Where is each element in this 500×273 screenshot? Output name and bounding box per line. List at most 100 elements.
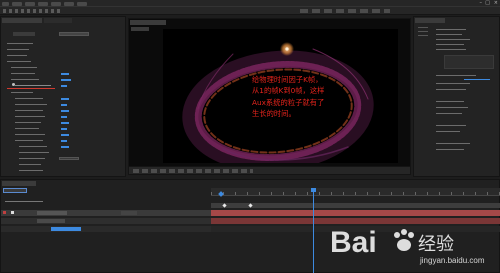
property-row[interactable] xyxy=(7,49,29,50)
property-row[interactable] xyxy=(15,122,41,123)
tab-timeline[interactable] xyxy=(2,181,36,186)
property-row[interactable] xyxy=(7,61,31,62)
property-value[interactable] xyxy=(61,104,67,106)
property-row[interactable] xyxy=(19,170,43,171)
tab-composition[interactable] xyxy=(130,20,166,25)
physics-time-factor-value[interactable] xyxy=(61,85,67,87)
property-row[interactable] xyxy=(15,140,43,141)
menu-item[interactable] xyxy=(77,1,87,6)
property-value[interactable] xyxy=(61,79,71,81)
viewer-controls[interactable] xyxy=(133,169,253,173)
property-row[interactable] xyxy=(19,152,49,153)
menu-item[interactable] xyxy=(25,1,35,6)
property-row[interactable] xyxy=(11,67,37,68)
menu-item[interactable] xyxy=(12,1,22,6)
property-value[interactable] xyxy=(61,128,67,130)
info-row xyxy=(436,39,470,40)
property-value[interactable] xyxy=(61,146,69,148)
baidu-brand-text: Bai xyxy=(330,226,377,259)
paw-icon xyxy=(394,229,414,251)
maximize-icon[interactable]: □ xyxy=(485,0,490,6)
physics-time-factor-row[interactable] xyxy=(15,85,51,86)
files-list[interactable] xyxy=(444,55,494,69)
layer-row[interactable] xyxy=(1,210,211,216)
property-row[interactable] xyxy=(15,98,43,99)
physics-time-factor-label[interactable] xyxy=(51,227,81,231)
layer-row[interactable] xyxy=(1,218,211,224)
property-row[interactable] xyxy=(15,128,39,129)
ruler-ticks xyxy=(211,192,500,195)
info-row xyxy=(436,34,462,35)
info-row xyxy=(436,29,466,30)
layer-name[interactable] xyxy=(37,219,65,223)
panel-list-icons[interactable] xyxy=(418,27,428,36)
keyframe-track[interactable] xyxy=(211,203,500,208)
effect-name-field[interactable] xyxy=(13,32,35,36)
tab-info[interactable] xyxy=(415,18,445,23)
current-time-display[interactable] xyxy=(3,188,27,193)
property-row[interactable] xyxy=(11,79,39,80)
tool-bar xyxy=(0,7,500,15)
stopwatch-icon[interactable] xyxy=(12,83,15,86)
layer-name[interactable] xyxy=(37,211,67,215)
property-row[interactable] xyxy=(11,92,33,93)
property-row[interactable] xyxy=(11,73,35,74)
baidu-jingyan-text: 经验 xyxy=(418,234,454,255)
info-row xyxy=(436,89,466,90)
tool-icons[interactable] xyxy=(3,9,63,13)
property-row[interactable] xyxy=(7,55,27,56)
playhead[interactable] xyxy=(313,188,314,273)
underline-marker xyxy=(7,88,55,89)
info-row xyxy=(436,113,462,114)
info-row xyxy=(436,125,466,126)
visibility-icon[interactable] xyxy=(11,211,14,214)
property-row[interactable] xyxy=(1,226,211,232)
comp-name-label xyxy=(131,27,149,31)
info-row xyxy=(436,49,466,50)
tab-project[interactable] xyxy=(44,18,72,23)
viewer-toolbar xyxy=(129,166,410,174)
property-value[interactable] xyxy=(61,122,69,124)
link-text[interactable] xyxy=(464,79,490,80)
minimize-icon[interactable]: – xyxy=(480,0,483,6)
emitter-point xyxy=(285,47,289,51)
info-row xyxy=(436,107,468,108)
workspace-buttons[interactable] xyxy=(300,9,390,13)
about-button[interactable] xyxy=(59,32,89,36)
info-row xyxy=(436,83,470,84)
property-row[interactable] xyxy=(15,110,43,111)
info-row xyxy=(436,101,464,102)
annotation-text: 给物理时间因子K帧， 从1的帧K到0帧，这样 Aux系统的粒子就有了 生长的时间… xyxy=(252,75,325,118)
menu-item[interactable] xyxy=(64,1,74,6)
effect-controls-panel xyxy=(0,16,126,177)
property-value[interactable] xyxy=(61,73,69,75)
menu-item[interactable] xyxy=(38,1,48,6)
app-icon xyxy=(2,1,9,6)
tab-effect-controls[interactable] xyxy=(2,18,42,23)
property-row[interactable] xyxy=(7,43,33,44)
baidu-logo: Bai 经验 jingyan.baidu.com xyxy=(330,226,485,265)
property-row[interactable] xyxy=(19,146,47,147)
property-value[interactable] xyxy=(61,134,69,136)
info-row xyxy=(436,75,476,76)
baidu-watermark: Bai 经验 jingyan.baidu.com xyxy=(328,219,496,267)
property-row[interactable] xyxy=(15,116,45,117)
info-row xyxy=(436,149,464,150)
property-value[interactable] xyxy=(61,110,69,112)
property-value[interactable] xyxy=(61,98,69,100)
info-row xyxy=(436,143,470,144)
dropdown[interactable] xyxy=(59,157,79,160)
menu-item[interactable] xyxy=(51,1,61,6)
property-row[interactable] xyxy=(19,158,45,159)
property-value[interactable] xyxy=(61,140,67,142)
layer-mode[interactable] xyxy=(121,211,137,215)
property-value[interactable] xyxy=(61,116,67,118)
right-panel xyxy=(413,16,500,177)
close-icon[interactable]: × xyxy=(494,0,498,6)
layer-bar[interactable] xyxy=(211,210,500,216)
time-ruler[interactable] xyxy=(211,188,500,196)
property-row[interactable] xyxy=(19,164,41,165)
playhead-handle[interactable] xyxy=(311,188,316,192)
property-row[interactable] xyxy=(15,104,47,105)
property-row[interactable] xyxy=(15,134,45,135)
